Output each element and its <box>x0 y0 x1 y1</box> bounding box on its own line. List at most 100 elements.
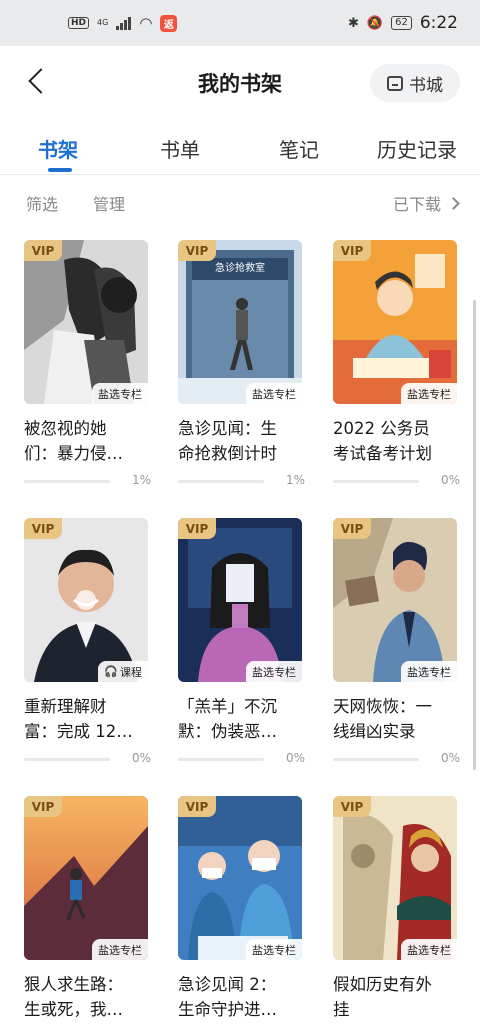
book-title-line: 2022 公务员 <box>333 419 430 438</box>
book-title-line: 生或死，我… <box>24 1000 123 1019</box>
book-title[interactable]: 天网恢恢：一 线缉凶实录 <box>333 694 461 744</box>
bookstore-icon <box>387 75 403 91</box>
scrollbar[interactable] <box>473 300 476 770</box>
book-title[interactable]: 重新理解财 富：完成 12… <box>24 694 152 744</box>
book-title[interactable]: 急诊见闻：生 命抢救倒计时 <box>178 416 306 466</box>
vip-badge: VIP <box>24 518 62 539</box>
tab-notes[interactable]: 笔记 <box>279 134 319 163</box>
network-type: 4G <box>97 19 108 27</box>
tab-indicator <box>48 168 72 172</box>
progress-text: 0% <box>285 751 305 765</box>
book-title-line: 狠人求生路： <box>24 975 123 994</box>
hd-icon: HD <box>68 17 90 29</box>
book-cover[interactable]: VIP 盐选专栏 <box>333 796 457 960</box>
chevron-right-icon <box>447 196 460 210</box>
book-title[interactable]: 被忽视的她 们：暴力侵… <box>24 416 152 466</box>
column-tag: 盐选专栏 <box>401 939 457 960</box>
progress-bar <box>178 480 264 483</box>
column-tag-label: 盐选专栏 <box>252 387 296 401</box>
divider <box>0 174 480 175</box>
book-title[interactable]: 假如历史有外挂 <box>333 972 461 1022</box>
book-title-line: 生命守护进… <box>178 1000 277 1019</box>
progress-text: 0% <box>440 751 460 765</box>
tab-bookshelf[interactable]: 书架 <box>38 134 78 163</box>
column-tag: 盐选专栏 <box>92 939 148 960</box>
signal-icon <box>116 16 132 30</box>
book-cover[interactable]: VIP 盐选专栏 <box>178 796 302 960</box>
book-title[interactable]: 2022 公务员 考试备考计划 <box>333 416 461 466</box>
vip-badge: VIP <box>24 240 62 261</box>
status-right: ✱ 🔕 62 6:22 <box>348 13 458 33</box>
progress-bar <box>24 758 110 761</box>
column-tag-label: 盐选专栏 <box>252 665 296 679</box>
column-tag: 盐选专栏 <box>92 383 148 404</box>
book-title-line: 假如历史有外 <box>333 975 432 994</box>
network-type-top: 4G <box>97 18 109 27</box>
book-title[interactable]: 狠人求生路： 生或死，我… <box>24 972 152 1022</box>
bluetooth-icon: ✱ <box>347 15 359 31</box>
book-title-line: 默：伪装恶… <box>178 722 277 741</box>
book-cover[interactable]: 急诊抢救室 VIP 盐选专栏 <box>178 240 302 404</box>
book-cover[interactable]: VIP 盐选专栏 <box>333 518 457 682</box>
column-tag: 盐选专栏 <box>246 939 302 960</box>
cover-sign-text: 急诊抢救室 <box>215 263 265 274</box>
book-title-line: 命抢救倒计时 <box>178 444 277 463</box>
manage-button[interactable]: 管理 <box>93 191 125 215</box>
book-cover[interactable]: VIP 盐选专栏 <box>24 240 148 404</box>
clock: 6:22 <box>419 13 458 33</box>
book-title-line: 被忽视的她 <box>24 419 107 438</box>
column-tag: 盐选专栏 <box>401 661 457 682</box>
downloaded-button[interactable]: 已下载 <box>392 191 460 215</box>
vip-badge: VIP <box>333 796 371 817</box>
progress-bar <box>333 758 419 761</box>
tab-history[interactable]: 历史记录 <box>377 134 457 163</box>
tab-bar: 书架 书单 笔记 历史记录 <box>0 126 480 174</box>
book-title-line: 「羔羊」不沉 <box>178 697 277 716</box>
progress-text: 0% <box>440 473 460 487</box>
vip-badge: VIP <box>178 240 216 261</box>
column-tag-label: 盐选专栏 <box>98 943 142 957</box>
bookstore-button[interactable]: 书城 <box>370 64 460 102</box>
vip-badge: VIP <box>333 240 371 261</box>
book-title-line: 线缉凶实录 <box>333 722 416 741</box>
progress-bar <box>24 480 110 483</box>
filter-button[interactable]: 筛选 <box>26 191 58 215</box>
progress-text: 0% <box>131 751 151 765</box>
column-tag-label: 盐选专栏 <box>407 943 451 957</box>
book-title-line: 急诊见闻 2： <box>178 975 277 994</box>
book-title[interactable]: 「羔羊」不沉 默：伪装恶… <box>178 694 306 744</box>
course-tag: 🎧 课程 <box>98 661 148 682</box>
mute-icon: 🔕 <box>366 15 384 31</box>
book-title-line: 天网恢恢：一 <box>333 697 432 716</box>
progress-text: 1% <box>131 473 151 487</box>
bookstore-label: 书城 <box>409 75 443 96</box>
book-title[interactable]: 急诊见闻 2： 生命守护进… <box>178 972 306 1022</box>
wifi-icon: ◠ <box>139 14 153 32</box>
progress-bar <box>333 480 419 483</box>
book-cover[interactable]: VIP 盐选专栏 <box>333 240 457 404</box>
book-title-line: 急诊见闻：生 <box>178 419 277 438</box>
vip-badge: VIP <box>24 796 62 817</box>
book-cover[interactable]: VIP 🎧 课程 <box>24 518 148 682</box>
status-bar: HD 4G ◠ 返 ✱ 🔕 62 6:22 <box>0 0 480 46</box>
status-left: HD 4G ◠ 返 <box>68 14 178 32</box>
battery-icon: 62 <box>391 16 412 30</box>
book-cover[interactable]: VIP 盐选专栏 <box>178 518 302 682</box>
book-cover[interactable]: VIP 盐选专栏 <box>24 796 148 960</box>
downloaded-label: 已下载 <box>392 195 441 214</box>
toolbar: 筛选 管理 已下载 <box>0 186 480 218</box>
progress-bar <box>178 758 264 761</box>
book-title-line: 考试备考计划 <box>333 444 432 463</box>
course-tag-label: 课程 <box>120 665 142 679</box>
column-tag-label: 盐选专栏 <box>252 943 296 957</box>
tab-booklist[interactable]: 书单 <box>160 134 200 163</box>
vip-badge: VIP <box>178 796 216 817</box>
column-tag-label: 盐选专栏 <box>407 387 451 401</box>
column-tag: 盐选专栏 <box>246 661 302 682</box>
vip-badge: VIP <box>333 518 371 539</box>
column-tag-label: 盐选专栏 <box>98 387 142 401</box>
book-title-line: 挂 <box>333 1000 350 1019</box>
book-title-line: 富：完成 12… <box>24 722 133 741</box>
column-tag-label: 盐选专栏 <box>407 665 451 679</box>
app-notification-icon: 返 <box>160 14 178 32</box>
